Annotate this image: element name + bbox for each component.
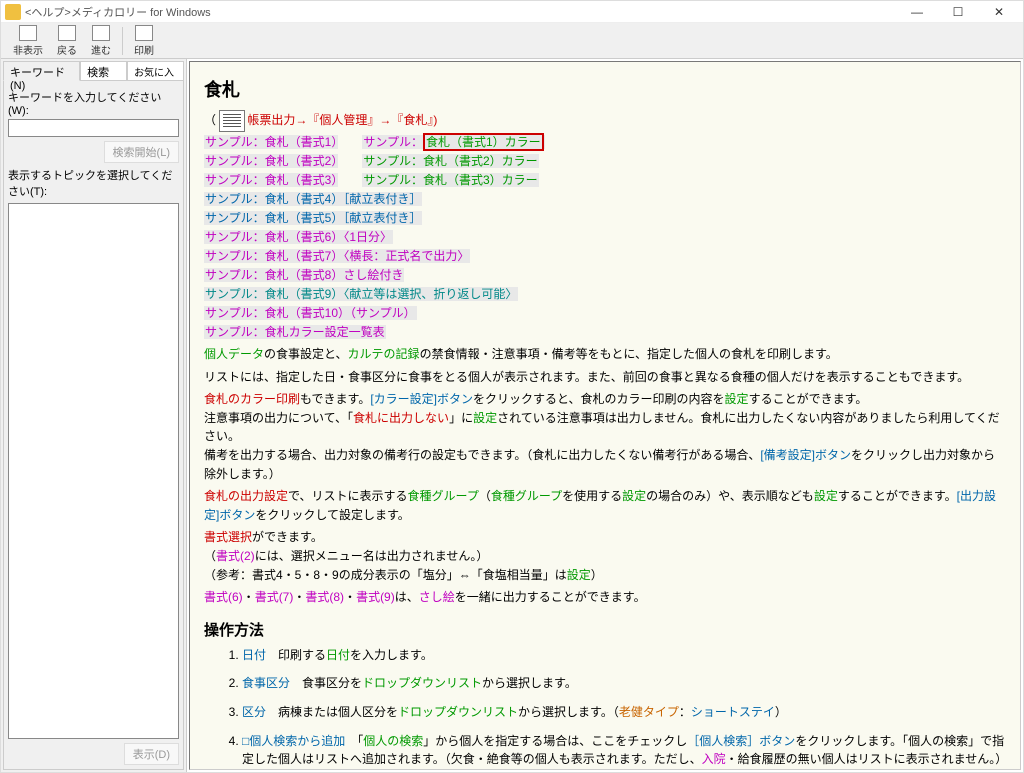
sidebar: キーワード(N) 検索(S) お気に入 ▸ キーワードを入力してください(W):…	[1, 59, 187, 772]
back-button[interactable]: 戻る	[51, 23, 83, 59]
close-button[interactable]: ✕	[979, 2, 1019, 22]
breadcrumb: 帳票出力→『個人管理』→『食札』)	[247, 113, 437, 127]
sample-link[interactable]: サンプル：食札（書式5）［献立表付き］	[204, 211, 422, 225]
sample-link[interactable]: サンプル：食札カラー設定一覧表	[204, 325, 386, 339]
maximize-button[interactable]: ☐	[938, 2, 978, 22]
page-title: 食札	[204, 76, 1006, 102]
hide-button[interactable]: 非表示	[7, 23, 49, 59]
toolbar: 非表示 戻る 進む 印刷	[1, 23, 1023, 59]
content-pane[interactable]: 食札 （ 帳票出力→『個人管理』→『食札』) サンプル：食札（書式1） サンプル…	[189, 61, 1021, 770]
forward-button[interactable]: 進む	[85, 23, 117, 59]
keyword-label: キーワードを入力してください(W):	[8, 89, 179, 117]
start-search-button[interactable]: 検索開始(L)	[104, 141, 179, 163]
app-icon	[5, 4, 21, 20]
sample-link[interactable]: サンプル：食札（書式3）カラー	[362, 173, 538, 187]
sample-link[interactable]: サンプル：食札（書式2）カラー	[362, 154, 538, 168]
list-item: 食事区分 食事区分をドロップダウンリストから選択します。	[242, 674, 1006, 693]
topic-list[interactable]	[8, 203, 179, 739]
sample-link[interactable]: サンプル：食札（書式6）〈1日分〉	[204, 230, 393, 244]
titlebar: <ヘルプ>メディカロリー for Windows — ☐ ✕	[1, 1, 1023, 23]
sample-link[interactable]: サンプル：食札（書式9）〈献立等は選択、折り返し可能〉	[204, 287, 518, 301]
list-item: □個人検索から追加 「個人の検索」から個人を指定する場合は、ここをチェックし［個…	[242, 732, 1006, 771]
list-item: 区分 病棟または個人区分をドロップダウンリストから選択します。（老健タイプ：ショ…	[242, 703, 1006, 722]
sample-link[interactable]: サンプル：食札（書式8）さし絵付き	[204, 268, 404, 282]
tab-keyword[interactable]: キーワード(N)	[3, 61, 80, 81]
sample-link[interactable]: サンプル：食札（書式4）［献立表付き］	[204, 192, 422, 206]
sample-link[interactable]: サンプル：食札（書式7）〈横長：正式名で出力〉	[204, 249, 470, 263]
tab-favorites[interactable]: お気に入 ▸	[127, 61, 184, 81]
sample-link[interactable]: サンプル：食札（書式3）	[204, 173, 338, 187]
minimize-button[interactable]: —	[897, 2, 937, 22]
window-title: <ヘルプ>メディカロリー for Windows	[25, 4, 897, 20]
tab-search[interactable]: 検索(S)	[80, 61, 127, 81]
topic-label: 表示するトピックを選択してください(T):	[8, 167, 179, 199]
sample-link[interactable]: サンプル：食札（書式1）カラー	[362, 135, 544, 149]
how-to-heading: 操作方法	[204, 619, 1006, 640]
separator	[122, 27, 123, 55]
print-button[interactable]: 印刷	[128, 23, 160, 59]
document-icon	[219, 110, 245, 132]
sample-link[interactable]: サンプル：食札（書式1）	[204, 135, 338, 149]
keyword-input[interactable]	[8, 119, 179, 137]
show-button[interactable]: 表示(D)	[124, 743, 179, 765]
sample-link[interactable]: サンプル：食札（書式2）	[204, 154, 338, 168]
list-item: 日付 印刷する日付を入力します。	[242, 646, 1006, 665]
sample-link[interactable]: サンプル：食札（書式10）（サンプル）	[204, 306, 417, 320]
